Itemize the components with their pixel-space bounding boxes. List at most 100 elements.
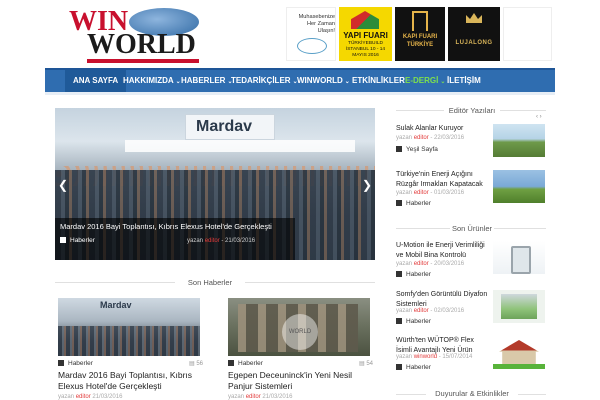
sidebar-item-category[interactable]: Haberler xyxy=(396,318,431,325)
chevron-down-icon: ⌄ xyxy=(344,79,350,85)
sidebar-item-meta: yazan editor - 20/03/2016 xyxy=(396,261,464,267)
sidebar-item-category[interactable]: Haberler xyxy=(396,364,431,371)
nav-label: TEDARİKÇİLER xyxy=(231,76,291,85)
nav-label: HAKKIMIZDA xyxy=(123,76,174,85)
news-category[interactable]: Haberler xyxy=(228,360,263,367)
sidebar-item-title[interactable]: Türkiye'nin Enerji Açığını Rüzgâr Irmakl… xyxy=(396,170,488,190)
nav-e-dergi[interactable]: E-DERGİ ⌄ xyxy=(405,70,445,92)
slider-sponsor-bar xyxy=(125,140,355,152)
main-navigation: ANA SAYFA HAKKIMIZDA ⌄ HABERLER ⌄ TEDARİKÇ… xyxy=(45,68,555,92)
news-author[interactable]: editor xyxy=(76,394,91,400)
sidebar-item-title[interactable]: Sulak Alanlar Kuruyor xyxy=(396,124,488,134)
meta-prefix: yazan xyxy=(396,308,413,314)
nav-iletisim[interactable]: İLETİŞİM xyxy=(447,70,481,92)
sidebar-thumbnail[interactable] xyxy=(493,290,545,323)
ad-muhasebe[interactable]: Muhasebenize Her Zaman Ulaşın! xyxy=(286,7,336,61)
section-divider xyxy=(494,228,546,229)
sidebar-item-author[interactable]: editor xyxy=(414,261,429,267)
slider-banner: Mardav xyxy=(185,114,275,140)
sidebar-item[interactable]: Würth'ten WÜTOP® Flex İsimli Avantajlı Y… xyxy=(396,336,546,376)
meta-prefix: yazan xyxy=(228,394,245,400)
news-date: 21/03/2016 xyxy=(92,394,123,400)
section-divider xyxy=(518,394,546,395)
news-thumb-label: Mardav xyxy=(100,300,132,310)
nav-underline xyxy=(45,92,555,95)
ad-lujalong[interactable]: LUJALONG xyxy=(448,7,500,61)
meta-prefix: yazan xyxy=(396,354,413,360)
slider-caption-title[interactable]: Mardav 2016 Bayi Toplantısı, Kıbrıs Elex… xyxy=(60,222,290,232)
logo-world-text: WORLD xyxy=(87,29,196,60)
nav-hakkimizda[interactable]: HAKKIMIZDA ⌄ xyxy=(123,70,181,92)
sidebar-item-title[interactable]: U-Motion ile Enerji Verimliliği ve Mobil… xyxy=(396,241,488,261)
ad-kapi-fuari-text: KAPI FUARI TÜRKİYE xyxy=(402,34,438,48)
nav-ana-sayfa[interactable]: ANA SAYFA xyxy=(65,70,127,92)
meta-prefix: yazan xyxy=(187,238,204,244)
sidebar-item-date: - 20/03/2016 xyxy=(430,261,465,267)
sidebar-item-date: - 22/03/2016 xyxy=(430,135,465,141)
sidebar-item[interactable]: U-Motion ile Enerji Verimliliği ve Mobil… xyxy=(396,241,546,281)
section-title-son-haberler: Son Haberler xyxy=(187,278,233,287)
section-divider xyxy=(55,282,175,283)
sidebar-item-category[interactable]: Haberler xyxy=(396,271,431,278)
news-meta: yazan editor 21/03/2016 xyxy=(228,394,292,400)
sidebar-thumbnail[interactable] xyxy=(493,241,545,274)
news-title[interactable]: Mardav 2016 Bayi Toplantısı, Kıbrıs Elex… xyxy=(58,370,203,392)
featured-slider[interactable]: Mardav ❮ ❯ Mardav 2016 Bayi Toplantısı, … xyxy=(55,108,375,260)
nav-tedarikciler[interactable]: TEDARİKÇİLER ⌄ xyxy=(231,70,298,92)
sidebar-thumbnail[interactable] xyxy=(493,336,545,369)
news-author[interactable]: editor xyxy=(246,394,261,400)
nav-label: ANA SAYFA xyxy=(73,76,119,85)
sidebar-item[interactable]: Sulak Alanlar Kuruyor yazan editor - 22/… xyxy=(396,124,546,164)
sidebar-item-category[interactable]: Yeşil Sayfa xyxy=(396,146,438,153)
sidebar-item-category[interactable]: Haberler xyxy=(396,200,431,207)
nav-haberler[interactable]: HABERLER ⌄ xyxy=(181,70,232,92)
ad-kapi-fuari[interactable]: KAPI FUARI TÜRKİYE xyxy=(395,7,445,61)
ad-yapi-fuari-title: YAPI FUARI xyxy=(343,31,388,40)
ad-yapi-fuari-sub: TÜRKİYEBUILD İSTANBUL 10 - 14 MAYIS 2016 xyxy=(345,41,386,58)
meta-prefix: yazan xyxy=(396,135,413,141)
slider-prev-arrow-icon[interactable]: ❮ xyxy=(57,178,69,192)
ad-muhasebe-text: Muhasebenize Her Zaman Ulaşın! xyxy=(298,14,335,34)
news-thumbnail[interactable]: Mardav xyxy=(58,298,200,356)
ad-empty-slot[interactable] xyxy=(503,7,552,61)
sidebar-thumbnail[interactable] xyxy=(493,124,545,157)
sidebar-item[interactable]: Türkiye'nin Enerji Açığını Rüzgâr Irmakl… xyxy=(396,170,546,212)
slider-category[interactable]: Haberler xyxy=(60,237,95,244)
nav-label: HABERLER xyxy=(181,76,226,85)
news-meta: yazan editor 21/03/2016 xyxy=(58,394,122,400)
winworld-logo[interactable]: WIN WORLD xyxy=(67,6,199,64)
nav-label: İLETİŞİM xyxy=(447,76,481,85)
slider-author[interactable]: editor xyxy=(205,238,220,244)
sidebar-item-meta: yazan editor - 22/03/2016 xyxy=(396,135,464,141)
sidebar-item-author[interactable]: editor xyxy=(414,190,429,196)
slider-date: - 21/03/2016 xyxy=(221,238,256,244)
sidebar-item[interactable]: Somfy'den Görüntülü Diyafon Sistemleri y… xyxy=(396,290,546,330)
news-title[interactable]: Egepen Deceuninck'in Yeni Nesil Panjur S… xyxy=(228,370,373,392)
meta-prefix: yazan xyxy=(396,261,413,267)
door-icon xyxy=(412,11,428,31)
slider-next-arrow-icon[interactable]: ❯ xyxy=(361,178,373,192)
sidebar-item-title[interactable]: Somfy'den Görüntülü Diyafon Sistemleri xyxy=(396,290,488,310)
nav-etkinlikler[interactable]: ETKİNLİKLER xyxy=(352,70,405,92)
sidebar-item-author[interactable]: winworld xyxy=(414,354,437,360)
sidebar-item-author[interactable]: editor xyxy=(414,135,429,141)
news-card[interactable]: WORLD Haberler ▤ 54 Egepen Deceuninck'in… xyxy=(228,298,373,400)
slider-banner-text: Mardav xyxy=(196,118,253,135)
news-card[interactable]: Mardav Haberler ▤ 56 Mardav 2016 Bayi To… xyxy=(58,298,203,400)
news-category[interactable]: Haberler xyxy=(58,360,93,367)
sidebar-thumbnail[interactable] xyxy=(493,170,545,203)
ad-yapi-fuari[interactable]: YAPI FUARI TÜRKİYEBUILD İSTANBUL 10 - 14… xyxy=(339,7,392,61)
news-thumb-watermark: WORLD xyxy=(282,314,318,350)
sidebar-item-date: - 15/07/2014 xyxy=(438,354,473,360)
sidebar-item-meta: yazan winworld - 15/07/2014 xyxy=(396,354,472,360)
nav-label: ETKİNLİKLER xyxy=(352,76,405,85)
sidebar-item-title[interactable]: Würth'ten WÜTOP® Flex İsimli Avantajlı Y… xyxy=(396,336,488,356)
chevron-down-icon: ⌄ xyxy=(440,79,446,85)
nav-label: WINWORLD xyxy=(297,76,343,85)
nav-winworld[interactable]: WINWORLD ⌄ xyxy=(297,70,350,92)
news-thumbnail[interactable]: WORLD xyxy=(228,298,370,356)
sidebar-item-author[interactable]: editor xyxy=(414,308,429,314)
section-divider xyxy=(500,110,546,111)
section-title-son-urunler: Son Ürünler xyxy=(451,224,493,233)
sidebar-pager[interactable]: ‹ › xyxy=(536,114,542,120)
